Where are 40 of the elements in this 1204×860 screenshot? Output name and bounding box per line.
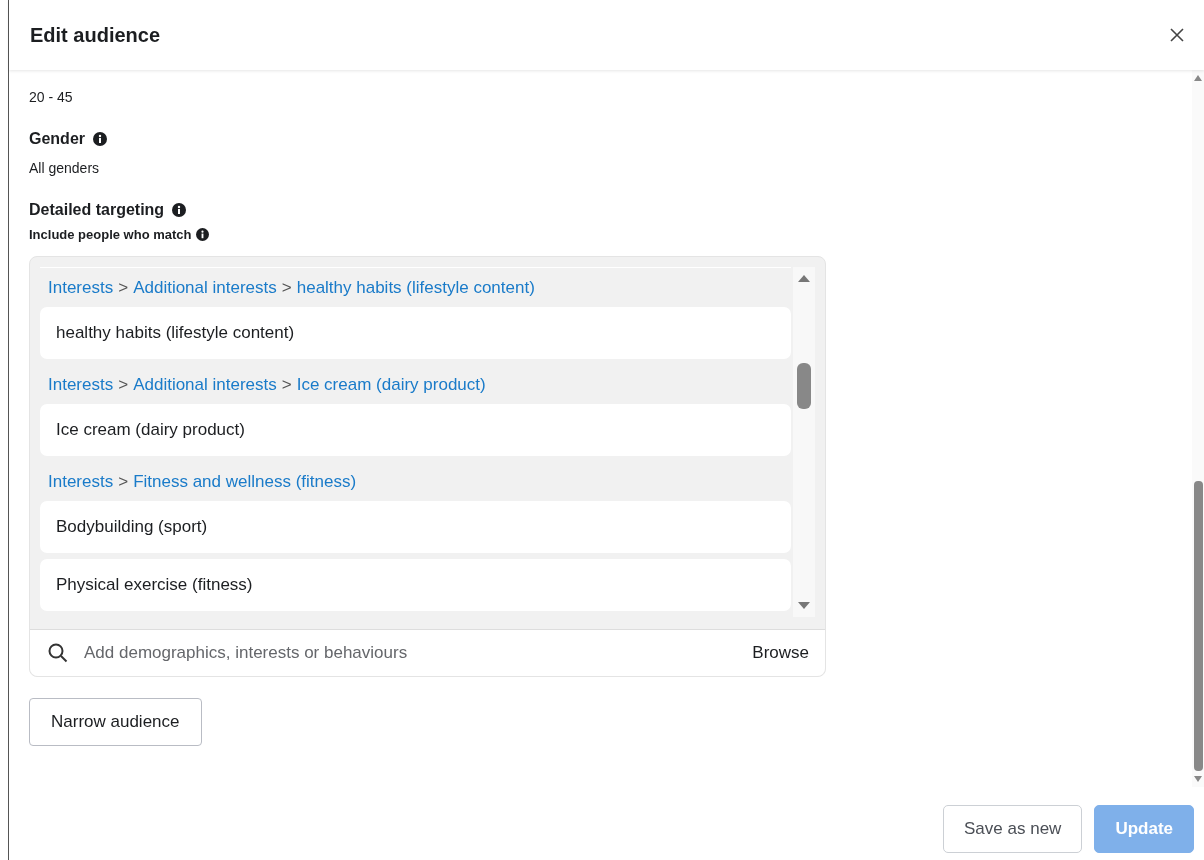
field-label: Gender [29,130,85,148]
breadcrumb-link[interactable]: Additional interests [133,375,277,395]
targeting-item[interactable]: Bodybuilding (sport) [40,501,791,553]
scrollbar[interactable] [793,267,815,617]
dialog-title: Edit audience [30,23,161,47]
scroll-down-icon[interactable] [797,601,811,611]
breadcrumb-link[interactable]: Ice cream (dairy product) [296,375,486,395]
breadcrumb-separator: > [281,375,292,395]
targeting-item[interactable]: Physical exercise (fitness) [40,559,791,611]
breadcrumb-link[interactable]: Interests [48,375,114,395]
info-icon[interactable] [195,228,209,241]
include-label: Include people who match [29,227,192,242]
field-value: 20 - 45 [29,89,73,105]
targeting-item[interactable]: Ice cream (dairy product) [40,404,791,456]
footer-button[interactable]: Save as new [943,805,1083,853]
scroll-up-icon[interactable] [797,273,811,283]
search-field[interactable]: Add demographics, interests or behaviours Browse [30,629,825,676]
breadcrumb-link[interactable]: Additional interests [133,278,277,298]
close-icon[interactable] [1169,27,1185,43]
breadcrumb-link[interactable]: healthy habits (lifestyle content) [296,278,535,298]
breadcrumb-link[interactable]: Fitness and wellness (fitness) [133,472,357,492]
breadcrumb-separator: > [281,278,292,298]
field-value: All genders [29,160,100,176]
targeting-item[interactable]: healthy habits (lifestyle content) [40,307,791,359]
narrow-audience-button[interactable]: Narrow audience [29,698,202,746]
breadcrumb-link[interactable]: Interests [48,278,114,298]
search-icon [48,643,68,663]
scroll-down-icon[interactable] [1193,775,1203,783]
scroll-up-icon[interactable] [1193,74,1203,82]
section-label: Detailed targeting [29,201,165,219]
info-icon[interactable] [172,203,187,217]
scroll-thumb[interactable] [797,363,811,409]
breadcrumb-separator: > [118,472,129,492]
breadcrumb-separator: > [118,278,129,298]
scroll-thumb[interactable] [1193,481,1203,771]
browse-link[interactable]: Browse [752,643,809,663]
scrollbar[interactable] [1192,70,1204,787]
breadcrumb-separator: > [118,375,129,395]
breadcrumb-link[interactable]: Interests [48,472,114,492]
info-icon[interactable] [93,132,107,146]
